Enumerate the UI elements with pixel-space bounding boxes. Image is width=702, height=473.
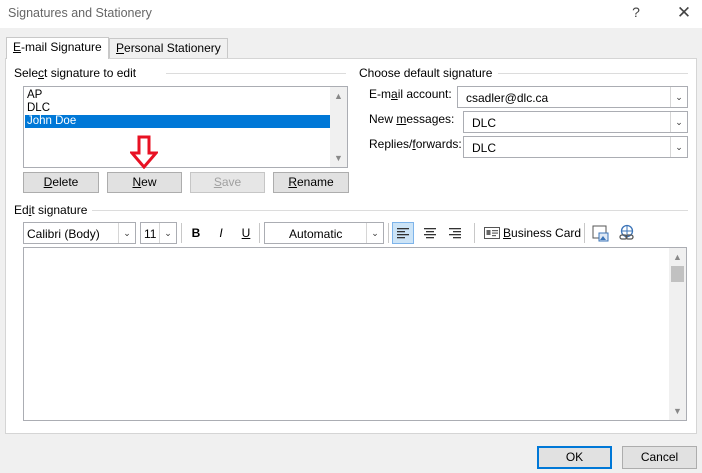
close-button[interactable]: ✕ xyxy=(672,3,696,25)
align-right-button[interactable] xyxy=(444,222,466,244)
save-button[interactable]: Save xyxy=(190,172,265,193)
font-family-select[interactable]: Calibri (Body) ⌄ xyxy=(23,222,136,244)
scroll-thumb[interactable] xyxy=(671,266,684,282)
tab-email-signature[interactable]: E-mail Signature xyxy=(6,37,109,59)
toolbar-separator xyxy=(388,223,389,243)
chevron-down-icon[interactable]: ⌄ xyxy=(670,137,687,157)
button-accel: R xyxy=(288,175,297,189)
list-scrollbar[interactable]: ▲ ▼ xyxy=(330,87,347,167)
button-label: ave xyxy=(221,175,242,189)
email-account-value: csadler@dlc.ca xyxy=(466,91,549,105)
scroll-up-icon[interactable]: ▲ xyxy=(330,89,347,103)
business-card-button[interactable]: Business Card xyxy=(481,222,581,244)
label-pre: Replies/ xyxy=(369,137,413,151)
signature-editor[interactable]: ▲ ▼ xyxy=(23,247,687,421)
replies-forwards-select[interactable]: DLC ⌄ xyxy=(463,136,688,158)
align-center-icon xyxy=(424,228,436,239)
new-messages-label: New messages: xyxy=(369,112,454,126)
rename-button[interactable]: Rename xyxy=(273,172,349,193)
label-pre: New xyxy=(369,112,397,126)
select-signature-label: Select signature to edit xyxy=(14,66,136,80)
label-rest: il account: xyxy=(397,87,452,101)
label-rest: essages: xyxy=(406,112,455,126)
help-button[interactable]: ? xyxy=(626,4,646,24)
label-pre: Sele xyxy=(14,66,39,80)
business-card-label: Business Card xyxy=(503,226,581,240)
align-right-icon xyxy=(449,228,461,239)
list-item[interactable]: John Doe xyxy=(25,115,331,128)
scroll-down-icon[interactable]: ▼ xyxy=(669,404,686,418)
label-pre: E-m xyxy=(369,87,391,101)
underline-button[interactable]: U xyxy=(237,222,255,244)
button-label: elete xyxy=(52,175,79,189)
label-pre: Ed xyxy=(14,203,29,217)
default-signature-label: Choose default signature xyxy=(359,66,493,80)
font-size-select[interactable]: 11 ⌄ xyxy=(140,222,177,244)
tab-personal-stationery[interactable]: Personal Stationery xyxy=(109,38,228,58)
label-rest: orwards: xyxy=(415,137,462,151)
scroll-down-icon[interactable]: ▼ xyxy=(330,151,347,165)
toolbar-separator xyxy=(259,223,260,243)
button-accel: N xyxy=(132,175,142,189)
button-accel: B xyxy=(503,226,512,240)
align-left-button[interactable] xyxy=(392,222,414,244)
label-accel: m xyxy=(396,112,407,126)
scroll-up-icon[interactable]: ▲ xyxy=(669,250,686,264)
edit-signature-label: Edit signature xyxy=(14,203,87,217)
label-rest: t signature xyxy=(31,203,88,217)
editor-scrollbar[interactable]: ▲ ▼ xyxy=(669,248,686,420)
tab-label-accel: P xyxy=(116,41,125,55)
insert-picture-icon xyxy=(592,225,609,242)
chevron-down-icon[interactable]: ⌄ xyxy=(159,223,176,243)
button-label: ename xyxy=(296,175,334,189)
button-accel: D xyxy=(43,175,53,189)
font-size-value: 11 xyxy=(144,227,157,241)
group-divider xyxy=(498,73,688,74)
group-divider xyxy=(166,73,346,74)
bold-button[interactable]: B xyxy=(187,222,205,244)
email-account-select[interactable]: csadler@dlc.ca ⌄ xyxy=(457,86,688,108)
label-accel: a xyxy=(391,87,398,101)
new-button[interactable]: New xyxy=(107,172,182,193)
button-label: ew xyxy=(141,175,157,189)
font-family-value: Calibri (Body) xyxy=(27,227,100,241)
chevron-down-icon[interactable]: ⌄ xyxy=(670,112,687,132)
button-accel: S xyxy=(213,175,222,189)
toolbar-separator xyxy=(584,223,585,243)
label-rest: t signature to edit xyxy=(44,66,137,80)
signature-list[interactable]: AP DLC John Doe ▲ ▼ xyxy=(23,86,348,168)
toolbar-separator xyxy=(181,223,182,243)
chevron-down-icon[interactable]: ⌄ xyxy=(670,87,687,107)
window-title: Signatures and Stationery xyxy=(8,6,152,20)
list-item[interactable]: AP xyxy=(25,89,331,102)
insert-picture-button[interactable] xyxy=(590,222,612,244)
group-divider xyxy=(92,210,688,211)
replies-forwards-value: DLC xyxy=(472,141,497,155)
business-card-icon xyxy=(484,227,500,239)
button-label: usiness Card xyxy=(511,226,582,240)
replies-forwards-label: Replies/forwards: xyxy=(369,137,462,151)
font-color-select[interactable]: Automatic ⌄ xyxy=(264,222,384,244)
tab-label-rest: ersonal Stationery xyxy=(124,41,221,55)
align-center-button[interactable] xyxy=(419,222,441,244)
font-color-value: Automatic xyxy=(289,227,343,241)
hyperlink-icon xyxy=(619,224,634,240)
ok-button[interactable]: OK xyxy=(537,446,612,469)
new-messages-select[interactable]: DLC ⌄ xyxy=(463,111,688,133)
cancel-button[interactable]: Cancel xyxy=(622,446,697,469)
list-item[interactable]: DLC xyxy=(25,102,331,115)
email-account-label: E-mail account: xyxy=(369,87,452,101)
italic-button[interactable]: I xyxy=(212,222,230,244)
toolbar-separator xyxy=(474,223,475,243)
chevron-down-icon[interactable]: ⌄ xyxy=(366,223,383,243)
insert-hyperlink-button[interactable] xyxy=(616,222,638,244)
tab-label-accel: E xyxy=(13,40,22,54)
new-messages-value: DLC xyxy=(472,116,497,130)
align-left-icon xyxy=(397,228,409,239)
delete-button[interactable]: Delete xyxy=(23,172,99,193)
chevron-down-icon[interactable]: ⌄ xyxy=(118,223,135,243)
tab-label-rest: -mail Signature xyxy=(21,40,102,54)
red-arrow-icon xyxy=(128,135,160,170)
